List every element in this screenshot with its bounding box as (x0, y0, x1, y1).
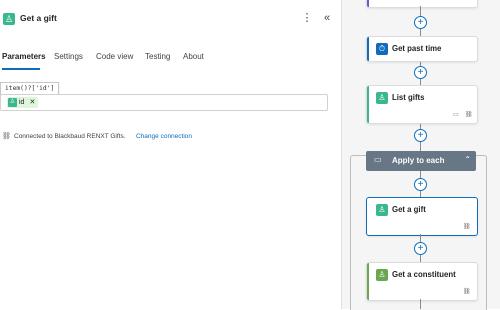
gift-id-field[interactable]: ♙ id ✕ (0, 94, 328, 111)
step-card-get-a-gift[interactable]: ♙ Get a gift ⛓ (366, 197, 478, 236)
collapse-panel-button[interactable]: « (320, 10, 334, 26)
step-card-get-a-constituent[interactable]: ♙ Get a constituent ⛓ (366, 262, 478, 301)
card-accent (367, 0, 369, 7)
connector-line (420, 299, 421, 309)
blackbaud-gift-app-icon: ♙ (3, 13, 15, 25)
change-connection-link[interactable]: Change connection (136, 131, 192, 143)
id-token[interactable]: ♙ id ✕ (7, 97, 39, 108)
insert-step-plus-icon[interactable]: + (414, 16, 427, 29)
chevron-up-icon[interactable]: ⌃ (464, 155, 471, 164)
more-options-button[interactable]: ⋮ (301, 10, 313, 26)
insert-step-plus-icon[interactable]: + (414, 66, 427, 79)
connection-link-icon: ⛓ (463, 224, 471, 230)
connection-link-icon: ⛓ (2, 133, 11, 140)
apply-to-each-header[interactable]: ▭ Apply to each ⌃ (366, 151, 476, 171)
clock-icon: ⏱ (376, 43, 388, 55)
step-card-get-past-time[interactable]: ⏱ Get past time (366, 36, 478, 62)
panel-header: ♙ Get a gift ⋮ « (0, 0, 341, 40)
insert-step-plus-icon[interactable]: + (414, 129, 427, 142)
tab-settings[interactable]: Settings (54, 52, 83, 61)
gift-app-icon: ♙ (376, 204, 388, 216)
token-app-icon: ♙ (8, 98, 17, 107)
panel-title: Get a gift (20, 13, 57, 23)
connection-link-icon: ⛓ (465, 112, 473, 118)
step-title: Get a gift (392, 205, 426, 214)
card-accent (367, 263, 369, 300)
tab-about[interactable]: About (183, 52, 204, 61)
connection-link-icon: ⛓ (463, 289, 471, 295)
remove-token-icon[interactable]: ✕ (29, 99, 35, 106)
tab-testing[interactable]: Testing (145, 52, 170, 61)
tab-parameters[interactable]: Parameters (2, 52, 46, 61)
panel-tabs: Parameters Settings Code view Testing Ab… (0, 49, 341, 71)
action-details-panel: ♙ Get a gift ⋮ « Parameters Settings Cod… (0, 0, 341, 309)
insert-step-plus-icon[interactable]: + (414, 178, 427, 191)
connection-info: ⛓ Connected to Blackbaud RENXT Gifts. Ch… (1, 131, 331, 143)
step-card-list-gifts[interactable]: ♙ List gifts ▭ ⛓ (366, 85, 478, 124)
constituent-app-icon: ♙ (376, 269, 388, 281)
active-tab-indicator (2, 68, 40, 70)
comment-icon: ▭ (453, 112, 459, 118)
gift-app-icon: ♙ (376, 92, 388, 104)
card-accent (367, 37, 369, 61)
step-title: Get past time (392, 44, 442, 53)
scope-title: Apply to each (392, 156, 445, 165)
token-label: id (19, 99, 25, 106)
card-accent (367, 86, 369, 123)
previous-step-card[interactable] (366, 0, 478, 8)
step-title: List gifts (392, 93, 425, 102)
tab-code-view[interactable]: Code view (96, 52, 133, 61)
connection-text: Connected to Blackbaud RENXT Gifts. (14, 133, 126, 140)
loop-icon: ▭ (374, 155, 382, 164)
insert-step-plus-icon[interactable]: + (414, 242, 427, 255)
step-title: Get a constituent (392, 270, 456, 279)
